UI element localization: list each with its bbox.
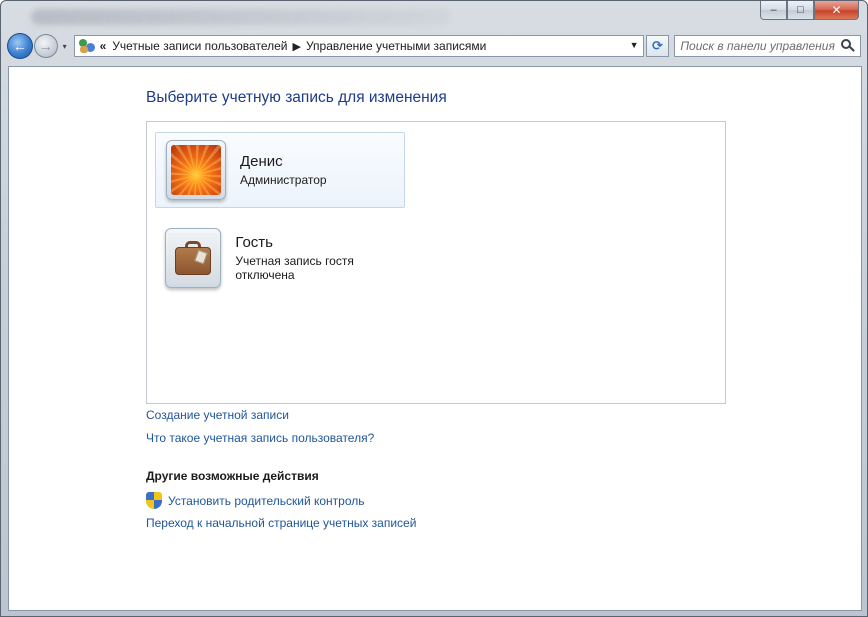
avatar [166,140,226,200]
what-is-account-link[interactable]: Что такое учетная запись пользователя? [146,431,374,445]
parental-control-link[interactable]: Установить родительский контроль [146,492,365,510]
chevron-down-icon: ▾ [62,41,67,51]
content-area: Выберите учетную запись для изменения Де… [8,66,862,611]
arrow-left-icon: ← [12,38,27,54]
account-role: Администратор [240,173,327,187]
accounts-list: Денис Администратор Гость Учетная запись… [146,121,726,404]
breadcrumb-overflow-button[interactable]: « [100,39,107,53]
arrow-right-icon: → [38,38,53,54]
accounts-home-link[interactable]: Переход к начальной странице учетных зап… [146,516,416,530]
recent-pages-button[interactable]: ▾ [59,42,71,51]
search-icon[interactable] [841,39,855,53]
refresh-icon: ⟳ [651,38,663,53]
breadcrumb-item-manage-accounts[interactable]: Управление учетными записями [306,39,486,53]
refresh-button[interactable]: ⟳ [645,35,670,57]
flower-avatar-icon [171,145,221,195]
address-dropdown-icon[interactable]: ▼ [630,40,639,50]
briefcase-avatar-icon [168,233,219,283]
close-button[interactable]: ✕ [814,1,859,20]
other-actions-heading: Другие возможные действия [146,469,319,483]
uac-shield-icon [146,492,162,510]
maximize-button[interactable]: □ [787,1,814,20]
breadcrumb-separator-icon[interactable]: ▶ [292,40,300,53]
address-bar[interactable]: « Учетные записи пользователей ▶ Управле… [73,35,644,57]
title-bar [31,9,451,25]
minimize-button[interactable]: – [760,1,787,20]
search-input[interactable] [680,39,841,53]
create-account-link[interactable]: Создание учетной записи [146,408,289,422]
account-name: Денис [240,153,283,170]
forward-button[interactable]: → [33,34,58,58]
avatar [165,228,222,288]
account-tile-denis[interactable]: Денис Администратор [155,132,405,208]
account-role: Учетная запись гостя отключена [235,254,354,282]
breadcrumb-item-user-accounts[interactable]: Учетные записи пользователей [112,39,287,53]
account-name: Гость [235,234,273,251]
parental-control-label: Установить родительский контроль [168,494,365,508]
search-box [674,35,862,57]
account-tile-guest[interactable]: Гость Учетная запись гостя отключена [155,220,405,296]
page-title: Выберите учетную запись для изменения [146,89,447,106]
users-icon [78,38,96,54]
navigation-bar: ← → ▾ « Учетные записи пользователей ▶ У… [7,31,862,61]
window-frame: – □ ✕ ← → ▾ « Учетные записи пользовател… [0,0,868,617]
caption-buttons: – □ ✕ [760,1,859,21]
back-button[interactable]: ← [7,33,33,59]
